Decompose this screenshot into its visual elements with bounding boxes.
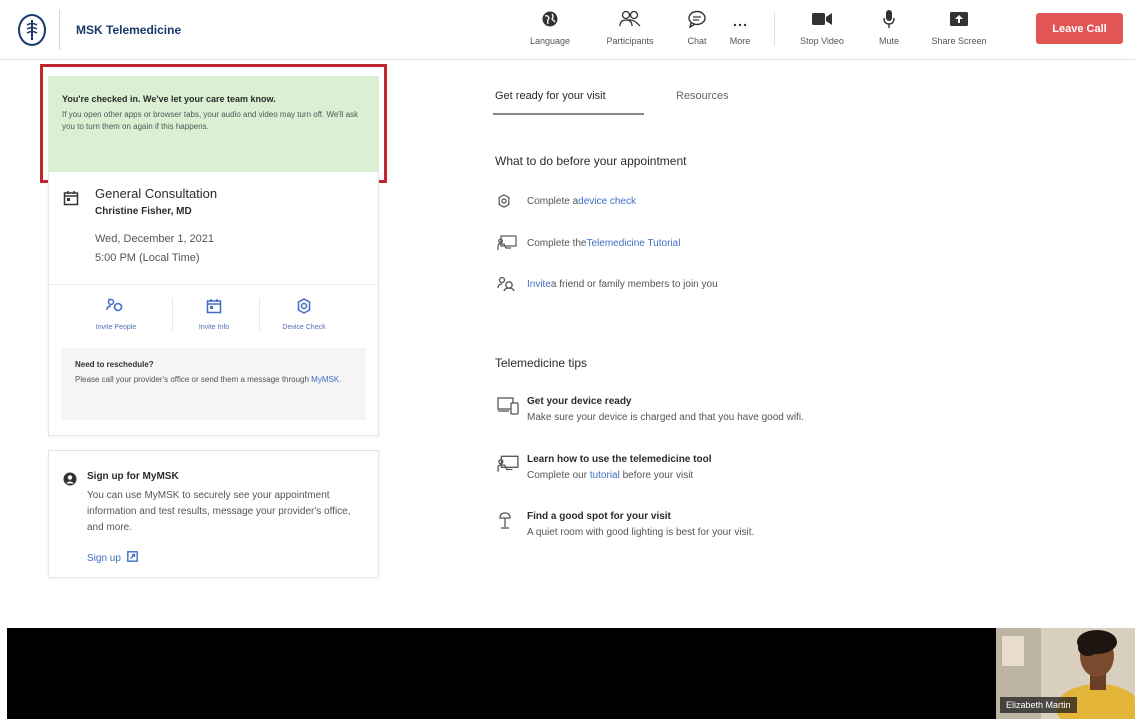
self-name-tag: Elizabeth Martin (1000, 697, 1077, 713)
signup-link[interactable]: Sign up (87, 551, 138, 565)
tutorial-icon (497, 455, 521, 478)
calendar-icon (206, 298, 222, 319)
alert-title: You're checked in. We've let your care t… (62, 94, 276, 104)
signup-title: Sign up for MyMSK (87, 471, 179, 482)
checked-in-alert: You're checked in. We've let your care t… (48, 76, 379, 172)
chat-button[interactable]: Chat (677, 8, 717, 52)
signup-link-label: Sign up (87, 552, 121, 564)
toolbar-separator (774, 12, 775, 46)
tips-heading: Telemedicine tips (495, 356, 588, 370)
tip-body: Complete our tutorial before your visit (527, 470, 694, 481)
participants-button[interactable]: Participants (595, 8, 665, 52)
language-button[interactable]: Language (521, 8, 579, 52)
todo-heading: What to do before your appointment (495, 154, 687, 168)
active-tab-underline (493, 113, 644, 115)
msk-logo-icon (18, 14, 46, 46)
todo-item-invite: Invite a friend or family members to joi… (497, 276, 718, 292)
video-strip (7, 628, 1135, 719)
share-screen-button[interactable]: Share Screen (918, 8, 1000, 52)
tip-title: Find a good spot for your visit (527, 511, 671, 522)
tip-device-ready: Get your device ready Make sure your dev… (497, 396, 804, 423)
reschedule-body: Please call your provider's office or se… (75, 375, 342, 384)
tip-title: Get your device ready (527, 396, 632, 407)
stop-video-label: Stop Video (800, 36, 844, 46)
language-label: Language (529, 36, 571, 46)
calendar-icon (63, 190, 79, 211)
telemedicine-tutorial-link[interactable]: Telemedicine Tutorial (586, 238, 680, 249)
invite-people-icon (497, 276, 519, 292)
ellipsis-icon (732, 8, 748, 30)
mute-button[interactable]: Mute (869, 8, 909, 52)
appointment-doctor: Christine Fisher, MD (95, 206, 192, 217)
gear-icon (296, 298, 312, 319)
devices-icon (497, 397, 521, 420)
leave-call-button[interactable]: Leave Call (1036, 13, 1123, 44)
tip-learn-tool: Learn how to use the telemedicine tool C… (497, 454, 711, 481)
share-screen-label: Share Screen (931, 36, 987, 46)
mute-label: Mute (878, 36, 899, 46)
appointment-card: General Consultation Christine Fisher, M… (48, 172, 379, 436)
todo-item-tutorial: Complete the Telemedicine Tutorial (497, 235, 680, 251)
appointment-title: General Consultation (95, 186, 218, 201)
invite-people-label: Invite People (95, 324, 137, 331)
mymsk-link[interactable]: MyMSK (311, 375, 339, 384)
tab-resources[interactable]: Resources (676, 90, 729, 102)
alert-body: If you open other apps or browser tabs, … (62, 110, 359, 131)
logo-divider (59, 10, 60, 50)
top-bar: MSK Telemedicine Language Participants C… (0, 0, 1135, 60)
tab-get-ready[interactable]: Get ready for your visit (495, 90, 606, 102)
brand-title: MSK Telemedicine (76, 23, 182, 37)
external-link-icon (127, 551, 138, 565)
gear-icon (497, 194, 519, 208)
tutorial-link[interactable]: tutorial (590, 470, 620, 481)
invite-people-icon (106, 298, 126, 319)
share-screen-icon (949, 8, 969, 30)
reschedule-title: Need to reschedule? (75, 360, 154, 369)
signup-body: You can use MyMSK to securely see your a… (87, 490, 351, 533)
more-label: More (729, 36, 751, 46)
stop-video-button[interactable]: Stop Video (790, 8, 854, 52)
invite-people-button[interactable]: Invite People (71, 298, 161, 331)
tip-body: A quiet room with good lighting is best … (527, 527, 755, 538)
lamp-icon (497, 512, 521, 535)
tip-title: Learn how to use the telemedicine tool (527, 454, 712, 465)
device-check-link[interactable]: device check (578, 196, 636, 207)
tutorial-icon (497, 235, 519, 251)
invite-info-button[interactable]: Invite Info (169, 298, 259, 331)
chat-bubble-icon (687, 8, 707, 30)
reschedule-box: Need to reschedule? Please call your pro… (61, 348, 366, 420)
tip-good-spot: Find a good spot for your visit A quiet … (497, 511, 754, 538)
todo-item-device-check: Complete a device check (497, 194, 636, 208)
appointment-time: 5:00 PM (Local Time) (95, 252, 200, 264)
signup-card: Sign up for MyMSK You can use MyMSK to s… (48, 450, 379, 578)
invite-info-label: Invite Info (198, 324, 230, 331)
device-check-button[interactable]: Device Check (259, 298, 349, 331)
people-icon (618, 8, 642, 30)
tip-body: Make sure your device is charged and tha… (527, 412, 804, 423)
video-camera-icon (811, 8, 833, 30)
appointment-date: Wed, December 1, 2021 (95, 233, 215, 245)
appointment-divider (49, 284, 378, 285)
user-circle-icon (63, 472, 77, 491)
microphone-icon (882, 8, 896, 30)
more-button[interactable]: More (722, 8, 758, 52)
device-check-label: Device Check (282, 324, 326, 331)
invite-link[interactable]: Invite (527, 279, 551, 290)
globe-icon (541, 8, 559, 30)
participants-label: Participants (606, 36, 654, 46)
chat-label: Chat (687, 36, 707, 46)
